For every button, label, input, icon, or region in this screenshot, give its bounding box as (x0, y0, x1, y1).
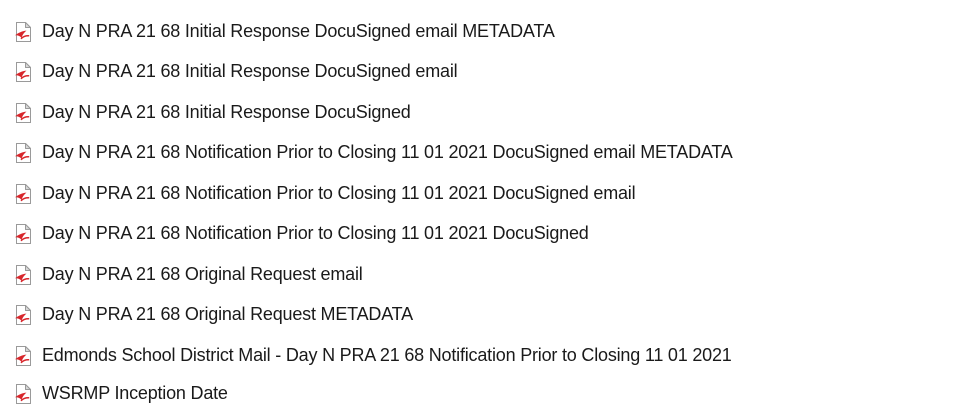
file-name: Day N PRA 21 68 Notification Prior to Cl… (42, 223, 589, 243)
list-item[interactable]: Day N PRA 21 68 Initial Response DocuSig… (0, 97, 974, 127)
list-item[interactable]: Edmonds School District Mail - Day N PRA… (0, 340, 974, 370)
pdf-file-icon (13, 184, 33, 204)
list-item[interactable]: Day N PRA 21 68 Notification Prior to Cl… (0, 178, 974, 208)
list-item[interactable]: Day N PRA 21 68 Notification Prior to Cl… (0, 218, 974, 248)
pdf-file-icon (13, 103, 33, 123)
file-name: Day N PRA 21 68 Original Request METADAT… (42, 304, 413, 324)
list-item[interactable]: Day N PRA 21 68 Initial Response DocuSig… (0, 56, 974, 86)
pdf-file-icon (13, 143, 33, 163)
file-name: WSRMP Inception Date (42, 383, 228, 403)
file-name: Day N PRA 21 68 Notification Prior to Cl… (42, 183, 636, 203)
pdf-file-icon (13, 62, 33, 82)
pdf-file-icon (13, 384, 33, 404)
list-item[interactable]: Day N PRA 21 68 Initial Response DocuSig… (0, 16, 974, 46)
list-item[interactable]: WSRMP Inception Date (0, 378, 974, 408)
pdf-file-icon (13, 265, 33, 285)
file-list: Day N PRA 21 68 Initial Response DocuSig… (0, 0, 974, 419)
file-name: Edmonds School District Mail - Day N PRA… (42, 345, 732, 365)
list-item[interactable]: Day N PRA 21 68 Notification Prior to Cl… (0, 137, 974, 167)
file-name: Day N PRA 21 68 Initial Response DocuSig… (42, 21, 555, 41)
pdf-file-icon (13, 22, 33, 42)
file-name: Day N PRA 21 68 Notification Prior to Cl… (42, 142, 733, 162)
file-name: Day N PRA 21 68 Original Request email (42, 264, 363, 284)
pdf-file-icon (13, 346, 33, 366)
pdf-file-icon (13, 305, 33, 325)
list-item[interactable]: Day N PRA 21 68 Original Request METADAT… (0, 299, 974, 329)
list-item[interactable]: Day N PRA 21 68 Original Request email (0, 259, 974, 289)
pdf-file-icon (13, 224, 33, 244)
file-name: Day N PRA 21 68 Initial Response DocuSig… (42, 61, 458, 81)
file-name: Day N PRA 21 68 Initial Response DocuSig… (42, 102, 411, 122)
